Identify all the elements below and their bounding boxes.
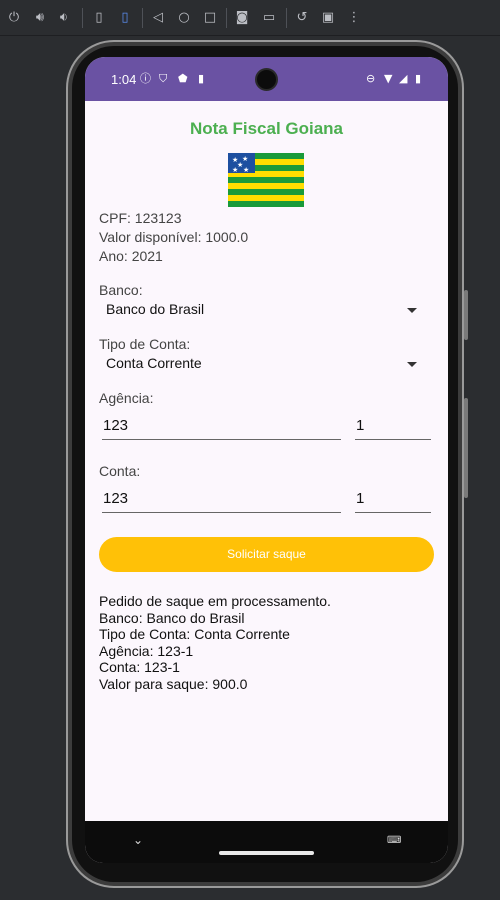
volume-down-icon[interactable]: 🔉︎ [56, 10, 72, 26]
result-line: Conta: 123-1 [99, 659, 180, 675]
volume-rocker[interactable] [464, 398, 468, 498]
toolbar-divider [82, 8, 83, 28]
status-time: 1:04 [111, 72, 137, 87]
account-type-dropdown-value: Conta Corrente [106, 355, 202, 371]
svg-text:★: ★ [232, 166, 238, 174]
more-icon[interactable]: ⋮ [346, 10, 362, 26]
vpn-shield-icon: ⬟ [178, 72, 188, 85]
page-title: Nota Fiscal Goiana [189, 119, 344, 138]
year-text: Ano: 2021 [99, 248, 163, 264]
front-camera [255, 68, 278, 91]
home-icon[interactable]: ○ [176, 10, 192, 26]
available-value-text: Valor disponível: 1000.0 [99, 229, 249, 245]
navigation-bar: ⌄ ⌨ [85, 821, 448, 863]
overview-icon[interactable]: □ [202, 10, 218, 26]
side-button[interactable] [464, 290, 468, 340]
rotate-right-icon[interactable]: ▯ [117, 10, 133, 26]
toolbar-divider [142, 8, 143, 28]
request-withdrawal-button[interactable]: Solicitar saque [99, 537, 434, 572]
account-label: Conta: [99, 463, 141, 479]
sd-card-icon: ▮ [198, 72, 205, 85]
result-line: Valor para saque: 900.0 [99, 675, 248, 692]
svg-text:★: ★ [243, 166, 249, 174]
signal-icon: ◢ [399, 72, 408, 85]
rotate-left-icon[interactable]: ▯ [91, 10, 107, 26]
bank-dropdown-value: Banco do Brasil [106, 301, 205, 317]
result-line: Agência: 123-1 [99, 642, 194, 659]
account-digit-field[interactable] [355, 485, 431, 513]
agency-digit-input[interactable] [355, 412, 431, 438]
bank-dropdown[interactable]: Banco do Brasil [99, 298, 429, 322]
volume-up-icon[interactable]: 🔊︎ [32, 10, 48, 26]
toolbar-divider [286, 8, 287, 28]
battery-icon: ▮ [415, 72, 422, 85]
app-content: Nota Fiscal Goiana ★ ★ ★ ★ ★ CPF: 123123… [85, 101, 448, 821]
screen-record-icon[interactable]: ▭ [261, 10, 277, 26]
agency-number-input[interactable] [102, 412, 341, 438]
snapshot-icon[interactable]: ↺ [294, 10, 310, 26]
power-icon[interactable]: ⏻ [6, 10, 22, 26]
result-line: Pedido de saque em processamento. [99, 593, 331, 609]
wifi-icon: ▼ [384, 72, 393, 85]
result-line: Banco: Banco do Brasil [99, 609, 245, 626]
device-screen: 1:04 ⓘ ⛉ ⬟ ▮ ⊖ ▼ ◢ ▮ Nota Fiscal Goiana … [85, 57, 448, 863]
result-line: Tipo de Conta: Conta Corrente [99, 626, 290, 642]
dnd-icon: ⊖ [366, 72, 376, 85]
emulator-toolbar: ⏻ 🔊︎ 🔉︎ ▯ ▯ ◁ ○ □ ◙ ▭ ↺ ▣ ⋮ [0, 0, 500, 36]
status-bar: 1:04 ⓘ ⛉ ⬟ ▮ ⊖ ▼ ◢ ▮ [85, 57, 448, 101]
account-type-label: Tipo de Conta: [99, 336, 191, 352]
account-type-dropdown[interactable]: Conta Corrente [99, 352, 429, 376]
keyboard-icon[interactable]: ⌨ [387, 835, 401, 846]
home-gesture-handle[interactable] [219, 851, 314, 855]
agency-number-field[interactable] [102, 412, 341, 440]
toolbar-divider [226, 8, 227, 28]
screenshot-icon[interactable]: ◙ [234, 10, 250, 26]
info-icon: ⓘ [140, 72, 151, 85]
dropdown-arrow-icon [407, 362, 417, 367]
account-digit-input[interactable] [355, 485, 431, 511]
agency-digit-field[interactable] [355, 412, 431, 440]
shield-icon: ⛉ [159, 72, 168, 85]
hide-keyboard-icon[interactable]: ⌄ [133, 833, 143, 847]
dropdown-arrow-icon [407, 308, 417, 313]
account-number-field[interactable] [102, 485, 341, 513]
withdrawal-result: Pedido de saque em processamento. Banco:… [99, 593, 429, 692]
agency-label: Agência: [99, 390, 154, 406]
goias-flag-image: ★ ★ ★ ★ ★ [228, 153, 304, 207]
cpf-text: CPF: 123123 [99, 210, 182, 226]
account-number-input[interactable] [102, 485, 341, 511]
back-icon[interactable]: ◁ [150, 10, 166, 26]
bank-label: Banco: [99, 282, 143, 298]
fold-icon[interactable]: ▣ [320, 10, 336, 26]
